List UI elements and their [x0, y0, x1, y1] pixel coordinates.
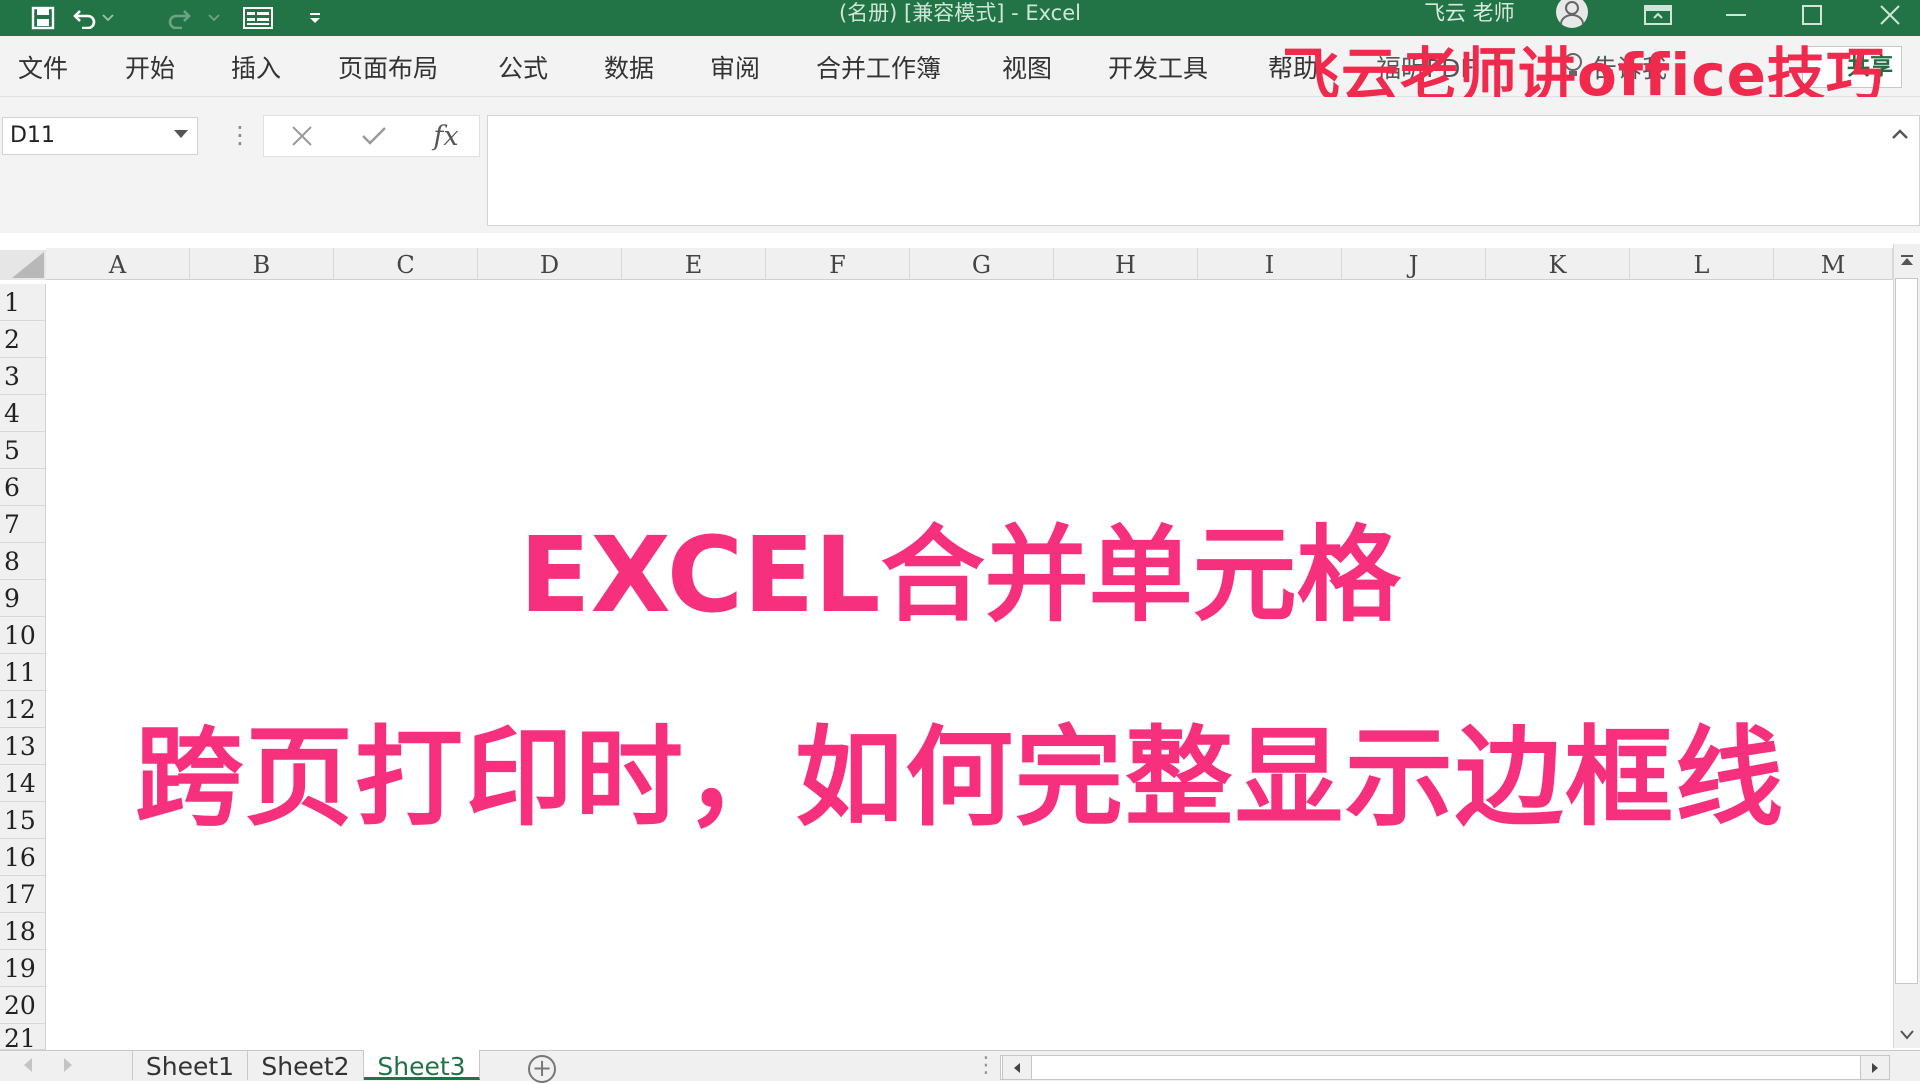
column-header[interactable]: J [1342, 248, 1486, 280]
tab-insert[interactable]: 插入 [231, 36, 281, 96]
cancel-icon[interactable] [282, 120, 322, 152]
row-header[interactable]: 3 [0, 358, 46, 395]
row-header[interactable]: 5 [0, 432, 46, 469]
tab-review[interactable]: 审阅 [710, 36, 760, 96]
formula-input[interactable] [487, 115, 1920, 226]
title-bar: (名册) [兼容模式] - Excel 飞云 老师 [0, 0, 1920, 36]
worksheet-grid[interactable] [0, 233, 1920, 1048]
column-header[interactable]: C [334, 248, 478, 280]
row-header[interactable]: 4 [0, 395, 46, 432]
row-header[interactable]: 20 [0, 987, 46, 1024]
next-sheet-icon[interactable] [64, 1058, 72, 1072]
insert-function-button[interactable]: fx [426, 120, 466, 152]
sheet-tab-sheet2[interactable]: Sheet2 [248, 1050, 364, 1081]
column-header[interactable]: E [622, 248, 766, 280]
scroll-left-icon[interactable] [1002, 1055, 1032, 1080]
overlay-subtitle: 跨页打印时，如何完整显示边框线 [134, 716, 1785, 841]
chevron-up-icon[interactable] [1890, 126, 1910, 142]
column-header[interactable]: K [1486, 248, 1630, 280]
maximize-icon[interactable] [1782, 0, 1842, 30]
sheet-tab-sheet1[interactable]: Sheet1 [132, 1050, 248, 1081]
tab-page-layout[interactable]: 页面布局 [338, 36, 438, 96]
name-box[interactable]: D11 [2, 117, 198, 155]
row-header[interactable]: 11 [0, 654, 46, 691]
column-header[interactable]: B [190, 248, 334, 280]
user-name[interactable]: 飞云 老师 [1424, 0, 1515, 30]
column-header[interactable]: D [478, 248, 622, 280]
row-header[interactable]: 17 [0, 876, 46, 913]
fx-label: fx [433, 120, 459, 152]
enter-icon[interactable] [354, 120, 394, 152]
row-header[interactable]: 21 [0, 1024, 46, 1053]
prev-sheet-icon[interactable] [24, 1058, 32, 1072]
avatar-icon[interactable] [1548, 0, 1596, 34]
row-header[interactable]: 2 [0, 321, 46, 358]
overlay-title: EXCEL合并单元格 [519, 514, 1401, 636]
tab-formulas[interactable]: 公式 [498, 36, 548, 96]
row-header[interactable]: 1 [0, 284, 46, 321]
vertical-scroll-thumb[interactable] [1895, 278, 1918, 984]
row-header[interactable]: 16 [0, 839, 46, 876]
minimize-icon[interactable] [1706, 0, 1766, 30]
row-header[interactable]: 18 [0, 913, 46, 950]
column-header[interactable]: F [766, 248, 910, 280]
row-header[interactable]: 19 [0, 950, 46, 987]
tab-view[interactable]: 视图 [1002, 36, 1052, 96]
sheet-tab-sheet3[interactable]: Sheet3 [364, 1050, 480, 1081]
column-header[interactable]: A [46, 248, 190, 280]
column-header[interactable]: G [910, 248, 1054, 280]
scroll-down-icon[interactable] [1897, 1024, 1917, 1046]
close-icon[interactable] [1860, 0, 1920, 30]
horizontal-scrollbar[interactable] [1000, 1055, 1890, 1080]
tab-home[interactable]: 开始 [125, 36, 175, 96]
tab-split-handle-icon[interactable]: ⋮ [975, 1054, 997, 1078]
select-all-button[interactable] [0, 250, 46, 280]
tab-merge-workbooks[interactable]: 合并工作簿 [816, 36, 941, 96]
formula-buttons: fx [263, 115, 480, 157]
column-header[interactable]: H [1054, 248, 1198, 280]
more-options-icon[interactable]: ⋮ [228, 120, 252, 150]
column-header[interactable]: M [1774, 248, 1893, 280]
ribbon-display-icon[interactable] [1628, 0, 1688, 30]
tab-developer[interactable]: 开发工具 [1108, 36, 1208, 96]
add-sheet-icon[interactable]: + [528, 1055, 556, 1083]
scroll-up-icon[interactable] [1897, 250, 1917, 272]
row-header[interactable]: 6 [0, 469, 46, 506]
tab-file[interactable]: 文件 [18, 36, 68, 96]
tab-data[interactable]: 数据 [604, 36, 654, 96]
scroll-right-icon[interactable] [1860, 1055, 1890, 1080]
chevron-down-icon[interactable] [174, 130, 188, 138]
column-header[interactable]: I [1198, 248, 1342, 280]
column-header[interactable]: L [1630, 248, 1774, 280]
